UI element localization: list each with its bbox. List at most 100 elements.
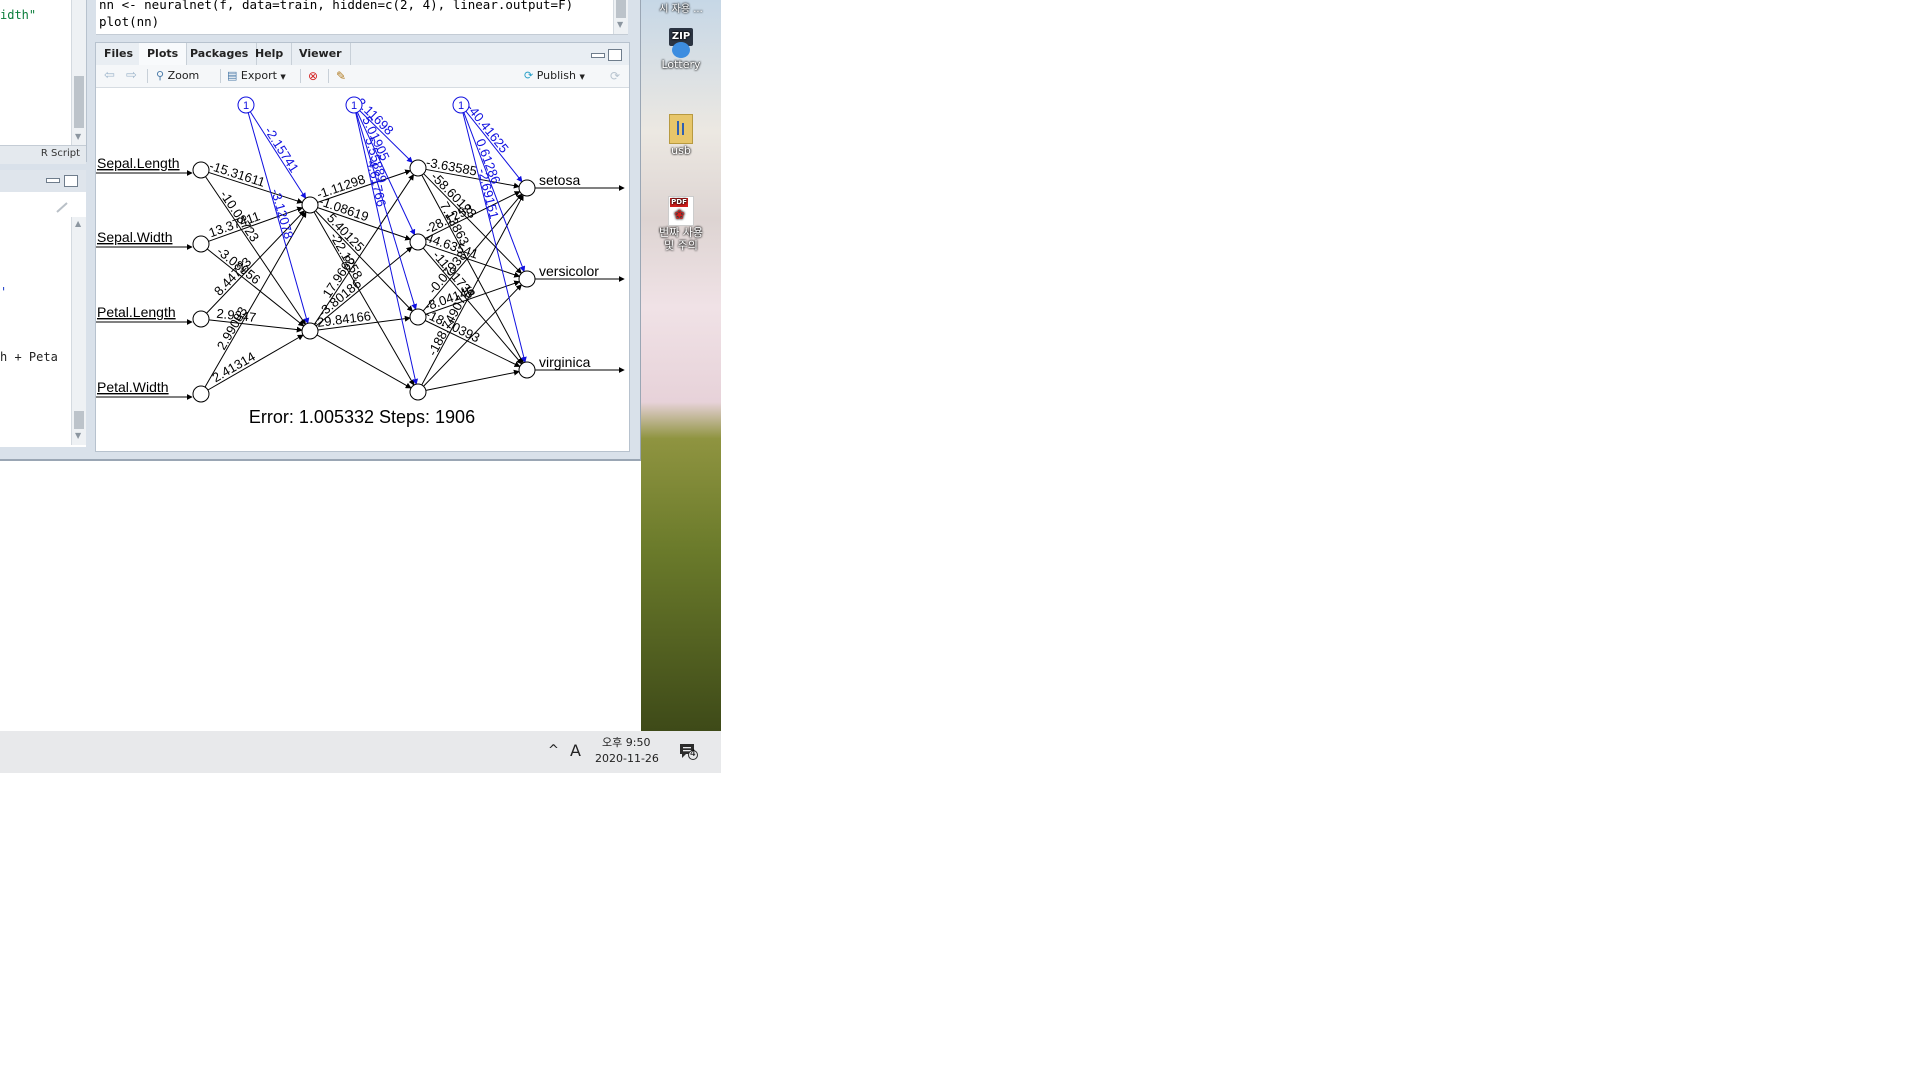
network-node <box>409 233 427 251</box>
bias-node-label: 1 <box>458 100 464 112</box>
network-node <box>518 361 536 379</box>
scroll-thumb[interactable] <box>74 411 84 429</box>
source-text-fragment: idth" <box>0 8 37 22</box>
toolbar-separator <box>328 69 329 83</box>
zoom-button[interactable]: ⚲ Zoom <box>156 68 199 84</box>
desktop-label-fragment: 시 자용 ... <box>659 4 703 15</box>
desktop-background: 시 자용 ... ZIP Lottery usb PDF ❀ 번짜 사용 및 주… <box>641 0 721 731</box>
refresh-icon[interactable]: ⟳ <box>610 68 620 84</box>
plot-footer: Error: 1.005332 Steps: 1906 <box>249 407 475 427</box>
network-node <box>192 385 210 403</box>
notification-center-icon[interactable]: 4 <box>678 742 698 760</box>
input-label: Petal.Width <box>97 379 169 395</box>
desktop-icon-pdf[interactable]: PDF ❀ 번짜 사용 및 주의 <box>641 196 721 252</box>
bias-node-label: 1 <box>243 100 249 112</box>
input-label: Sepal.Width <box>97 229 172 245</box>
clear-console-icon[interactable] <box>54 198 70 213</box>
export-button[interactable]: ▤ Export ▼ <box>227 68 286 84</box>
plots-toolbar: ⇦ ⇨ ⚲ Zoom ▤ Export ▼ ⊗ ✎ ⟳ Publish ▼ ⟳ <box>96 65 629 88</box>
zoom-label: Zoom <box>167 69 200 82</box>
scroll-thumb[interactable] <box>74 76 84 128</box>
network-node <box>518 270 536 288</box>
neural-network-plot: -15.31611-10.0872313.37411-3.089568.4472… <box>96 95 625 427</box>
rstudio-window: idth" ▼ R Script ' h + Peta ▲ ▼ nn <- ne… <box>0 0 642 461</box>
input-label: Sepal.Length <box>97 155 180 171</box>
file-type-bar: R Script <box>0 145 86 164</box>
clock-time[interactable]: 오후 9:50 <box>602 734 650 750</box>
scroll-down-icon[interactable]: ▼ <box>617 20 623 29</box>
output-label: setosa <box>539 172 580 188</box>
bias-edge <box>462 112 527 363</box>
network-node <box>192 310 210 328</box>
toolbar-separator <box>300 69 301 83</box>
chevron-down-icon: ▼ <box>280 73 286 81</box>
editor-scrollbar[interactable]: ▼ <box>613 0 628 34</box>
toolbar-separator <box>220 69 221 83</box>
code-line: nn <- neuralnet(f, data=train, hidden=c(… <box>99 0 574 12</box>
forward-arrow-icon[interactable]: ⇨ <box>126 68 137 84</box>
input-label: Petal.Length <box>97 304 176 320</box>
clock-date[interactable]: 2020-11-26 <box>595 752 659 765</box>
maximize-icon[interactable] <box>64 175 78 187</box>
console-scrollbar[interactable]: ▲ ▼ <box>71 217 86 445</box>
console-pane[interactable]: ' h + Peta ▲ ▼ <box>0 192 86 447</box>
remove-plot-icon[interactable]: ⊗ <box>308 68 318 84</box>
publish-label: Publish <box>536 69 576 82</box>
maximize-icon[interactable] <box>608 49 622 61</box>
network-weight-label: -15.31611 <box>208 158 267 190</box>
network-edge <box>316 334 412 389</box>
code-line: plot(nn) <box>99 14 160 29</box>
minimize-icon[interactable] <box>46 178 60 183</box>
chevron-up-icon[interactable]: ^ <box>548 743 559 758</box>
scroll-up-icon[interactable]: ▲ <box>75 219 81 228</box>
network-node <box>192 235 210 253</box>
bias-weight-label: -2.15741 <box>262 124 302 175</box>
scroll-down-icon[interactable]: ▼ <box>75 132 81 141</box>
chevron-down-icon: ▼ <box>579 73 585 81</box>
export-label: Export <box>240 69 277 82</box>
source-scrollbar[interactable]: ▼ <box>71 0 86 145</box>
network-node <box>409 308 427 326</box>
network-node <box>409 383 427 401</box>
file-type-selector[interactable]: R Script <box>41 148 80 159</box>
output-label: virginica <box>539 354 591 370</box>
usb-drive-icon <box>669 114 693 144</box>
minimize-icon[interactable] <box>591 53 605 58</box>
console-header <box>0 170 86 193</box>
ime-indicator[interactable]: A <box>570 741 581 760</box>
bias-node-label: 1 <box>351 100 357 112</box>
code-editor-strip[interactable]: nn <- neuralnet(f, data=train, hidden=c(… <box>96 0 628 35</box>
export-icon: ▤ <box>227 69 238 82</box>
desktop-icon-usb[interactable]: usb <box>641 114 721 157</box>
tab-files[interactable]: Files <box>96 43 143 65</box>
tab-viewer[interactable]: Viewer <box>291 43 351 65</box>
desktop-icon-lottery[interactable]: ZIP Lottery <box>641 28 721 71</box>
plots-pane: Files Plots Packages Help Viewer ⇦ ⇨ ⚲ Z… <box>95 42 630 452</box>
network-node <box>409 159 427 177</box>
console-text: ' <box>0 285 8 299</box>
zip-archive-icon: ZIP <box>666 28 696 58</box>
desktop-icon-label: Lottery <box>661 58 701 71</box>
desktop-icon-label: usb <box>671 144 691 157</box>
taskbar: ^ A 오후 9:50 2020-11-26 4 <box>0 731 721 773</box>
broom-icon[interactable]: ✎ <box>336 68 346 84</box>
tab-plots[interactable]: Plots <box>139 43 188 65</box>
network-weight-label: 2.41314 <box>210 349 258 386</box>
publish-icon: ⟳ <box>524 69 534 82</box>
back-arrow-icon[interactable]: ⇦ <box>104 68 115 84</box>
network-node <box>301 322 319 340</box>
scroll-down-icon[interactable]: ▼ <box>75 431 81 440</box>
plot-canvas: -15.31611 -10.08723 13.37411 -3.08956 8.4472… <box>96 88 627 449</box>
tab-help[interactable]: Help <box>247 43 293 65</box>
pdf-file-icon: PDF ❀ <box>668 196 694 226</box>
network-node <box>518 179 536 197</box>
notification-count: 4 <box>690 749 696 759</box>
source-editor[interactable]: idth" ▼ <box>0 0 87 162</box>
publish-button[interactable]: ⟳ Publish ▼ <box>524 68 585 84</box>
bias-weight-label: -3.12078 <box>268 187 296 240</box>
scroll-thumb[interactable] <box>616 0 626 18</box>
network-edge <box>425 369 520 391</box>
toolbar-separator <box>147 69 148 83</box>
zoom-icon: ⚲ <box>156 69 165 82</box>
console-text: h + Peta <box>0 350 58 364</box>
